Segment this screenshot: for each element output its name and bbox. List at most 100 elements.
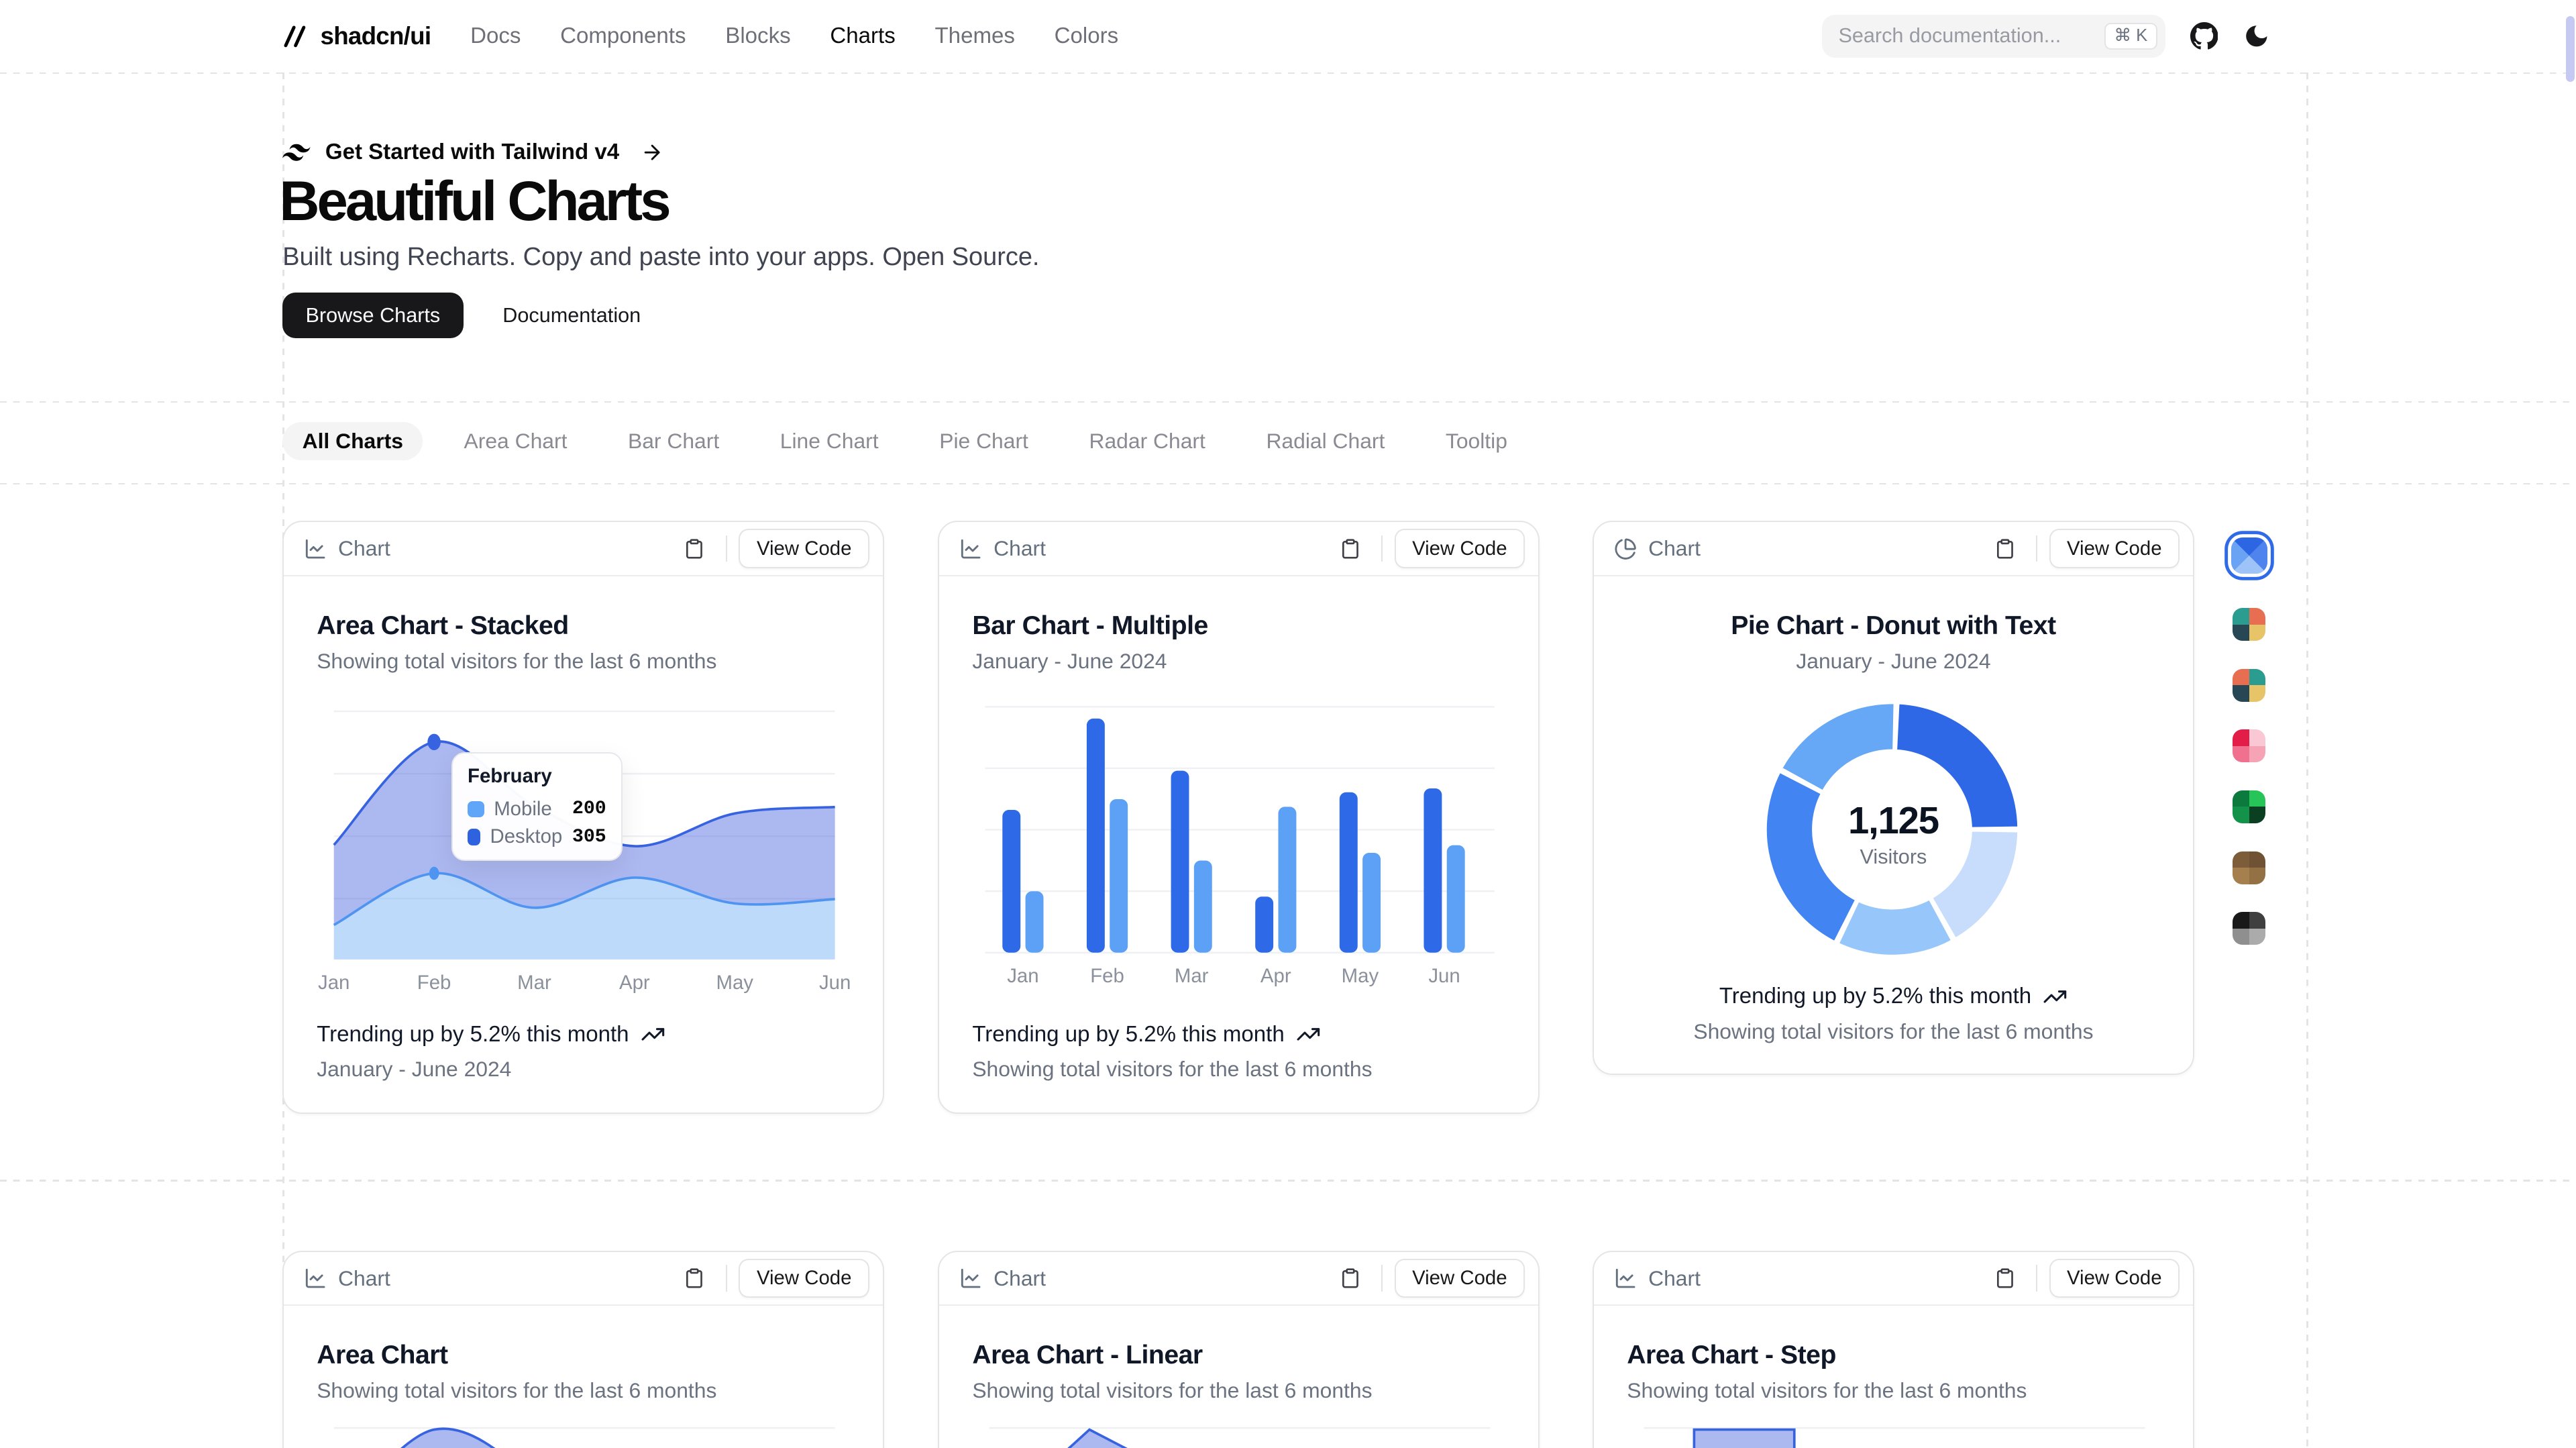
divider xyxy=(2036,1265,2037,1291)
area-chart-step-preview[interactable] xyxy=(1594,1416,2194,1448)
view-code-button[interactable]: View Code xyxy=(1395,1259,1525,1298)
chart-description: Showing total visitors for the last 6 mo… xyxy=(317,649,849,674)
card-header-label: Chart xyxy=(338,536,390,561)
browse-charts-button[interactable]: Browse Charts xyxy=(282,293,463,339)
chart-description: January - June 2024 xyxy=(1627,649,2159,674)
series-color-swatch xyxy=(468,829,480,845)
announcement-banner[interactable]: Get Started with Tailwind v4 xyxy=(282,140,663,165)
view-code-button[interactable]: View Code xyxy=(739,1259,869,1298)
tooltip-title: February xyxy=(468,765,606,788)
tooltip-row: Desktop 305 xyxy=(468,825,606,848)
swatch-quadrant xyxy=(2233,912,2249,928)
swatch-quadrant xyxy=(2249,729,2265,745)
tab-bar-chart[interactable]: Bar Chart xyxy=(608,422,739,460)
hero-actions: Browse Charts Documentation xyxy=(282,293,663,339)
area-chart-preview[interactable] xyxy=(284,1416,883,1448)
copy-code-button[interactable] xyxy=(1330,529,1370,568)
theme-swatch-rose[interactable] xyxy=(2233,729,2265,762)
divider xyxy=(0,72,2576,74)
swatch-quadrant xyxy=(2249,929,2265,945)
clipboard-icon xyxy=(1340,538,1361,560)
svg-text:Jan: Jan xyxy=(1008,965,1039,987)
chart-card-area-step: Chart View Code Area Chart - Step Showin… xyxy=(1593,1251,2194,1448)
subtitle-text: Showing total visitors for the last 6 mo… xyxy=(972,1057,1505,1082)
swatch-quadrant xyxy=(2233,685,2249,701)
area-chart-linear-preview[interactable] xyxy=(939,1416,1539,1448)
search-input[interactable]: Search documentation... ⌘ K xyxy=(1822,15,2165,58)
card-header: Chart View Code xyxy=(939,1252,1538,1306)
swatch-quadrant xyxy=(2249,669,2265,685)
theme-swatch-green[interactable] xyxy=(2233,790,2265,823)
trending-up-icon xyxy=(1296,1022,1321,1047)
pie-chart-icon xyxy=(1614,537,1637,560)
swatch-quadrant xyxy=(2233,929,2249,945)
theme-swatch-brown[interactable] xyxy=(2233,851,2265,884)
documentation-button[interactable]: Documentation xyxy=(480,293,663,339)
divider xyxy=(726,1265,727,1291)
clipboard-icon xyxy=(1994,538,2016,560)
card-header: Chart View Code xyxy=(284,522,882,576)
swatch-quadrant xyxy=(2249,608,2265,624)
card-footer: Trending up by 5.2% this month Showing t… xyxy=(972,1022,1505,1082)
card-header: Chart View Code xyxy=(1594,522,2192,576)
nav-links: Docs Components Blocks Charts Themes Col… xyxy=(470,23,1118,49)
view-code-button[interactable]: View Code xyxy=(2049,1259,2180,1298)
nav-item-docs[interactable]: Docs xyxy=(470,23,521,49)
line-chart-icon xyxy=(304,537,327,560)
donut-chart[interactable] xyxy=(1594,686,2194,979)
github-icon[interactable] xyxy=(2190,22,2218,50)
svg-text:Apr: Apr xyxy=(1260,965,1291,987)
line-chart-icon xyxy=(1614,1267,1637,1290)
chart-title: Area Chart - Step xyxy=(1627,1341,2159,1370)
theme-swatch-blue[interactable] xyxy=(2231,537,2267,574)
tab-all-charts[interactable]: All Charts xyxy=(282,422,423,460)
tab-line-chart[interactable]: Line Chart xyxy=(760,422,898,460)
card-header-label: Chart xyxy=(338,1266,390,1291)
nav-item-blocks[interactable]: Blocks xyxy=(725,23,790,49)
card-header-label: Chart xyxy=(1648,1266,1701,1291)
nav-item-colors[interactable]: Colors xyxy=(1055,23,1119,49)
page-subtitle: Built using Recharts. Copy and paste int… xyxy=(282,243,1039,272)
view-code-button[interactable]: View Code xyxy=(739,529,869,568)
swatch-quadrant xyxy=(2233,807,2249,823)
view-code-button[interactable]: View Code xyxy=(2049,529,2180,568)
copy-code-button[interactable] xyxy=(1330,1259,1370,1298)
view-code-button[interactable]: View Code xyxy=(1395,529,1525,568)
tab-tooltip[interactable]: Tooltip xyxy=(1426,422,1527,460)
line-chart-icon xyxy=(304,1267,327,1290)
line-chart-icon xyxy=(959,537,982,560)
grouped-bar-chart[interactable]: JanFebMarAprMayJun xyxy=(939,686,1539,1012)
page: shadcn/ui Docs Components Blocks Charts … xyxy=(0,0,2576,1448)
swatch-quadrant xyxy=(2233,746,2249,762)
copy-code-button[interactable] xyxy=(1985,529,2025,568)
swatch-quadrant xyxy=(2249,912,2265,928)
chart-title: Pie Chart - Donut with Text xyxy=(1627,611,2159,641)
chart-tooltip: February Mobile 200 Desktop 305 xyxy=(451,752,623,861)
nav-item-themes[interactable]: Themes xyxy=(935,23,1015,49)
theme-swatch-mono[interactable] xyxy=(2233,912,2265,945)
tab-radial-chart[interactable]: Radial Chart xyxy=(1246,422,1405,460)
copy-code-button[interactable] xyxy=(1985,1259,2025,1298)
svg-text:Apr: Apr xyxy=(619,972,650,994)
tab-area-chart[interactable]: Area Chart xyxy=(444,422,587,460)
chart-card-area-linear: Chart View Code Area Chart - Linear Show… xyxy=(938,1251,1539,1448)
theme-swatch-teal-orange[interactable] xyxy=(2233,608,2265,641)
swatch-quadrant xyxy=(2249,868,2265,884)
nav-item-components[interactable]: Components xyxy=(560,23,686,49)
dark-mode-moon-icon[interactable] xyxy=(2243,22,2271,50)
swatch-quadrant xyxy=(2249,625,2265,641)
swatch-quadrant xyxy=(2233,851,2249,868)
scrollbar-thumb[interactable] xyxy=(2566,16,2574,82)
svg-text:Mar: Mar xyxy=(517,972,551,994)
brand-logo[interactable]: shadcn/ui xyxy=(282,22,431,50)
nav-item-charts[interactable]: Charts xyxy=(830,23,895,49)
copy-code-button[interactable] xyxy=(675,1259,714,1298)
tab-radar-chart[interactable]: Radar Chart xyxy=(1069,422,1225,460)
divider xyxy=(726,535,727,562)
theme-swatch-orange-teal[interactable] xyxy=(2233,669,2265,702)
copy-code-button[interactable] xyxy=(675,529,714,568)
swatch-quadrant xyxy=(2233,868,2249,884)
tab-pie-chart[interactable]: Pie Chart xyxy=(920,422,1048,460)
shadcn-logo-icon xyxy=(282,24,307,49)
card-header: Chart View Code xyxy=(284,1252,882,1306)
